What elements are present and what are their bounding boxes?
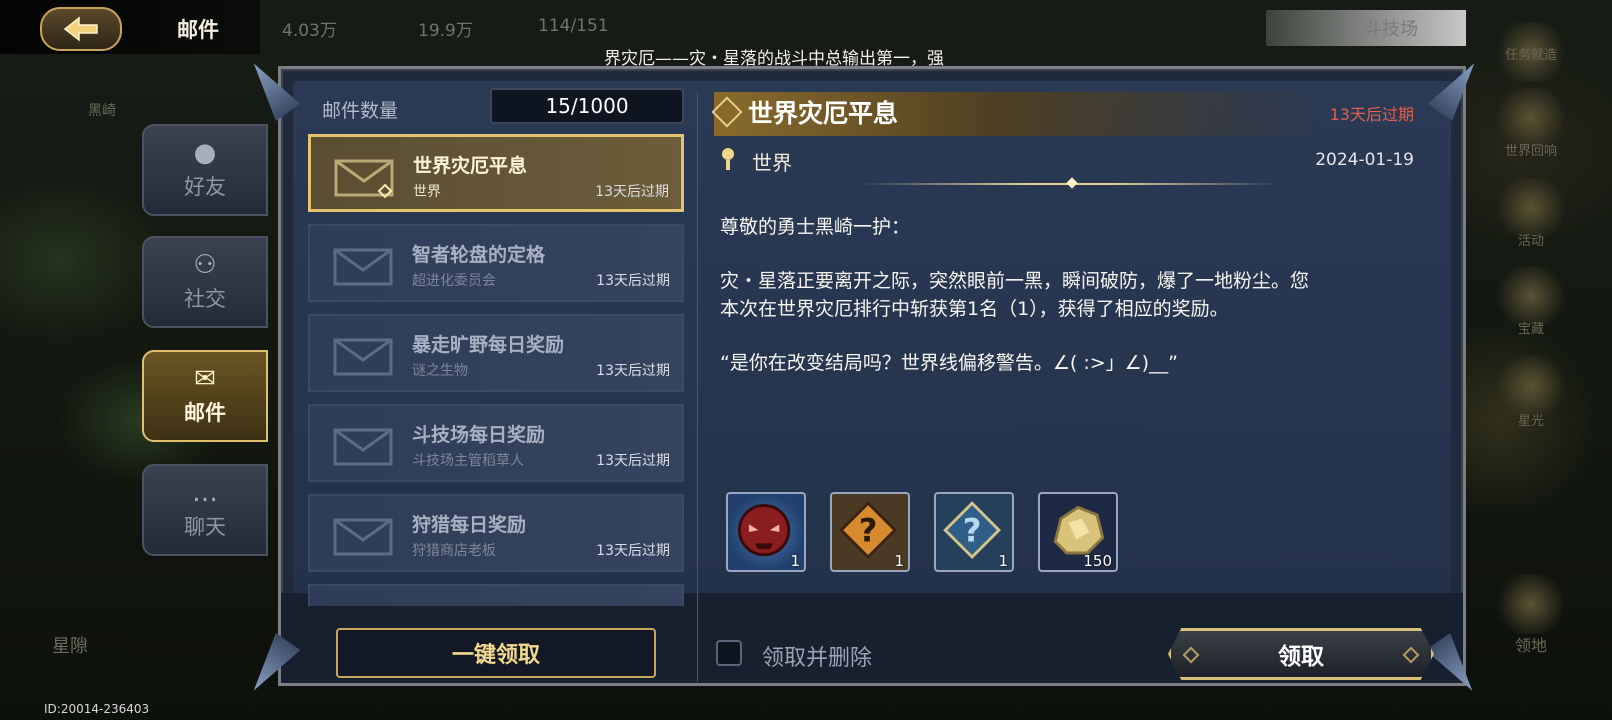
mail-count-label: 邮件数量 (322, 100, 399, 122)
right-label-1: 世界回响 (1504, 144, 1557, 159)
reward-item-2[interactable]: ? 1 (934, 492, 1014, 572)
reward-item-0[interactable]: 1 (726, 492, 806, 572)
envelope-icon (333, 248, 393, 286)
envelope-icon (333, 428, 393, 466)
back-arrow-icon (63, 16, 98, 42)
event-icon[interactable] (1496, 178, 1566, 238)
world-echo-icon[interactable] (1496, 88, 1566, 148)
claim-delete-checkbox[interactable] (716, 640, 742, 666)
right-label-0: 任务就造 (1504, 48, 1557, 63)
claim-button-label: 领取 (1278, 644, 1324, 670)
friend-icon: ● (193, 138, 217, 168)
mail-expire: 13天后过期 (596, 273, 670, 289)
tab-mail[interactable]: ✉ 邮件 (142, 350, 268, 442)
tab-chat-label: 聊天 (184, 515, 226, 539)
mail-expire: 13天后过期 (596, 453, 670, 469)
map-label-left-bottom: 星隙 (52, 636, 88, 657)
right-label-3: 宝藏 (1517, 322, 1544, 337)
mail-title: 暴走旷野每日奖励 (412, 334, 565, 356)
treasure-icon[interactable] (1496, 266, 1566, 326)
tab-social[interactable]: ⚇ 社交 (142, 236, 268, 328)
mail-expire: 13天后过期 (595, 184, 669, 200)
mail-count-value: 15/1000 (490, 88, 684, 124)
mail-title: 斗技场每日奖励 (412, 424, 546, 446)
detail-expire: 13天后过期 (1329, 105, 1414, 124)
mail-body-line1: 灾・星落正要离开之际，突然眼前一黑，瞬间破防，爆了一地粉尘。您 (720, 270, 1310, 292)
user-id-text: ID:20014-236403 (44, 702, 150, 716)
page-title: 邮件 (177, 18, 219, 42)
panel-divider (697, 92, 698, 682)
mail-sender: 世界 (413, 184, 441, 200)
detail-title: 世界灾厄平息 (748, 99, 899, 128)
claim-delete-label: 领取并删除 (762, 646, 873, 671)
top-bar (0, 0, 260, 54)
tab-chat[interactable]: … 聊天 (142, 464, 268, 556)
tab-friends-label: 好友 (184, 175, 226, 199)
right-label-4: 星光 (1517, 414, 1544, 429)
mail-sender: 超进化委员会 (412, 273, 496, 289)
back-button[interactable] (40, 7, 122, 51)
claim-all-button[interactable]: 一键领取 (336, 628, 656, 678)
right-label-2: 活动 (1517, 234, 1544, 249)
right-label-5: 领地 (1514, 636, 1547, 655)
reward-qty: 150 (1083, 552, 1112, 570)
reward-item-3[interactable]: 150 (1038, 492, 1118, 572)
resource-gems: 19.9万 (418, 21, 473, 41)
claim-button[interactable]: 领取 (1168, 628, 1434, 680)
mail-title: 狩猎每日奖励 (412, 514, 527, 536)
tab-friends[interactable]: ● 好友 (142, 124, 268, 216)
chat-icon: … (192, 478, 218, 508)
reward-qty: 1 (998, 552, 1008, 570)
mail-greeting: 尊敬的勇士黑崎一护： (720, 216, 911, 238)
map-label-left-top: 黑崎 (88, 103, 116, 119)
reward-qty: 1 (790, 552, 800, 570)
mail-title: 世界灾厄平息 (413, 155, 528, 177)
svg-text:?: ? (963, 512, 982, 550)
mail-expire: 13天后过期 (596, 543, 670, 559)
mail-item-2[interactable]: 暴走旷野每日奖励 谜之生物 13天后过期 (308, 314, 684, 392)
mail-item-1[interactable]: 智者轮盘的定格 超进化委员会 13天后过期 (308, 224, 684, 302)
envelope-icon (334, 159, 394, 199)
diamond-icon (1402, 646, 1420, 664)
tab-mail-label: 邮件 (184, 401, 226, 425)
reward-item-1[interactable]: ? 1 (830, 492, 910, 572)
mail-sender: 狩猎商店老板 (412, 543, 496, 559)
pin-icon (722, 148, 734, 170)
mail-sender: 谜之生物 (412, 363, 468, 379)
diamond-icon (1182, 646, 1200, 664)
star-icon[interactable] (1496, 356, 1566, 416)
mail-item-3[interactable]: 斗技场每日奖励 斗技场主管稻草人 13天后过期 (308, 404, 684, 482)
mail-list[interactable]: 世界灾厄平息 世界 13天后过期 智者轮盘的定格 超进化委员会 13天后过期 暴… (308, 134, 684, 606)
mail-expire: 13天后过期 (596, 363, 670, 379)
mail-title: 智者轮盘的定格 (412, 244, 546, 266)
mail-body-line2: 本次在世界灾厄排行中斩获第1名（1），获得了相应的奖励。 (720, 298, 1229, 320)
envelope-icon (333, 338, 393, 376)
mail-quote: “是你在改变结局吗？世界线偏移警告。∠( :>」∠)__” (720, 352, 1178, 374)
svg-text:?: ? (859, 512, 878, 550)
mail-icon: ✉ (194, 364, 216, 394)
tab-social-label: 社交 (184, 287, 226, 311)
reward-qty: 1 (894, 552, 904, 570)
mail-item-4[interactable]: 狩猎每日奖励 狩猎商店老板 13天后过期 (308, 494, 684, 572)
social-icon: ⚇ (193, 250, 217, 280)
mail-sender: 斗技场主管稻草人 (412, 453, 524, 469)
detail-date: 2024-01-19 (1315, 150, 1414, 170)
mail-item-0[interactable]: 世界灾厄平息 世界 13天后过期 (308, 134, 684, 212)
resource-stamina: 114/151 (538, 16, 609, 36)
detail-sender: 世界 (752, 151, 792, 175)
envelope-icon (333, 518, 393, 556)
territory-icon[interactable] (1496, 574, 1566, 634)
resource-coins: 4.03万 (282, 21, 337, 41)
arena-banner[interactable]: 斗技场 (1266, 10, 1466, 46)
mail-item-5-partial[interactable] (308, 584, 684, 606)
